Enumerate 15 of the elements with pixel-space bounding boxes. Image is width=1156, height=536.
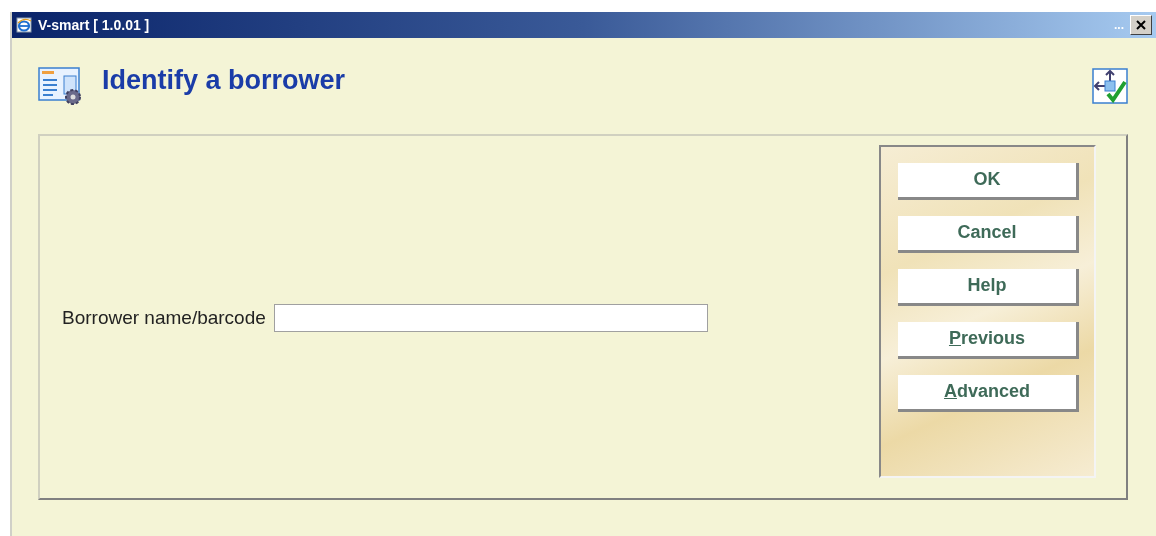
- close-button[interactable]: [1130, 15, 1152, 35]
- action-button[interactable]: Advanced: [898, 374, 1079, 412]
- move-check-icon[interactable]: [1092, 68, 1128, 104]
- close-icon: [1136, 20, 1146, 30]
- action-button[interactable]: Cancel: [898, 215, 1079, 253]
- action-button[interactable]: Help: [898, 268, 1079, 306]
- window-title: V-smart [ 1.0.01 ]: [38, 17, 150, 33]
- form-settings-icon: [38, 66, 84, 106]
- page-title: Identify a borrower: [102, 64, 346, 96]
- input-field[interactable]: [273, 304, 708, 332]
- action-button[interactable]: Previous: [898, 321, 1079, 359]
- browser-icon: [16, 17, 32, 33]
- action-button[interactable]: OK: [898, 162, 1079, 200]
- field-label: Borrower name/barcode: [62, 307, 266, 329]
- window-dots: ...: [1114, 18, 1124, 32]
